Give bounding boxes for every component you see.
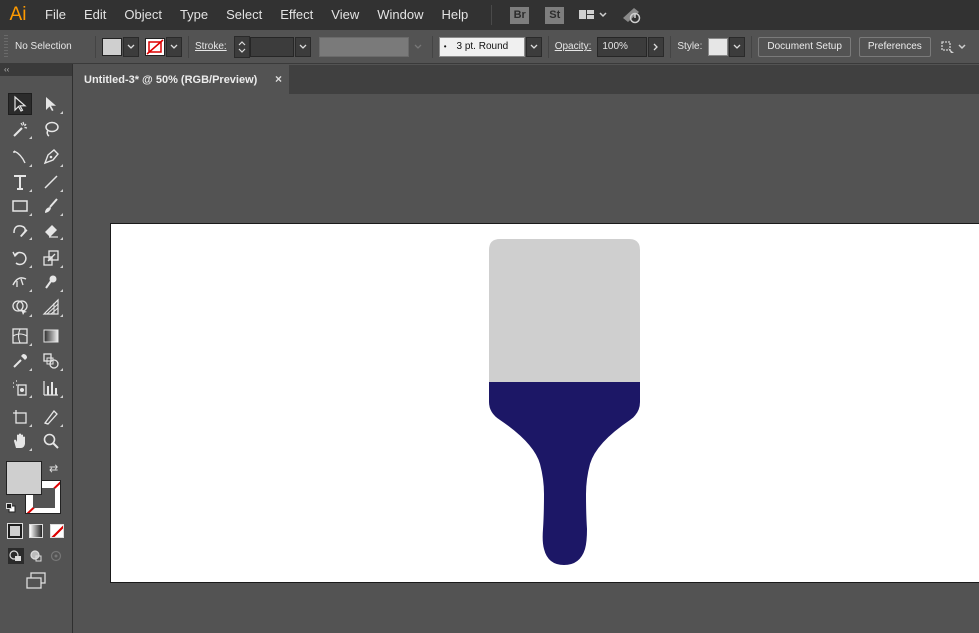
shaper-tool[interactable]	[8, 219, 32, 241]
stroke-dropdown-button[interactable]	[166, 36, 182, 57]
profile-dropdown-button[interactable]	[409, 36, 426, 57]
stroke-weight-stepper[interactable]	[233, 35, 250, 58]
document-tab-title: Untitled-3* @ 50% (RGB/Preview)	[84, 73, 258, 86]
arrange-documents-icon[interactable]	[939, 39, 969, 55]
swap-fill-stroke-icon[interactable]: ⇄	[49, 462, 58, 475]
fill-color-swatch-top[interactable]	[6, 461, 42, 495]
mesh-tool[interactable]	[8, 325, 32, 347]
control-bar: No Selection Stroke: • 3 pt. Round Opaci…	[0, 30, 979, 64]
artboard[interactable]	[110, 223, 979, 583]
close-icon[interactable]: ×	[275, 72, 282, 86]
divider	[547, 35, 549, 58]
shape-builder-tool[interactable]	[8, 296, 32, 318]
selection-status: No Selection	[15, 41, 72, 52]
stroke-label: Stroke:	[195, 41, 227, 52]
document-setup-button[interactable]: Document Setup	[758, 36, 851, 57]
slice-tool[interactable]	[39, 406, 63, 428]
paintbrush-tool[interactable]	[39, 195, 63, 217]
lasso-tool[interactable]	[39, 118, 63, 140]
graphic-style-swatch[interactable]	[708, 37, 729, 56]
style-dropdown-button[interactable]	[729, 36, 746, 57]
app-logo: Ai	[9, 4, 27, 25]
menu-object[interactable]: Object	[115, 0, 171, 30]
hand-tool[interactable]	[8, 430, 32, 452]
symbol-sprayer-tool[interactable]	[8, 377, 32, 399]
style-label: Style:	[677, 41, 703, 52]
artboard-tool[interactable]	[8, 406, 32, 428]
menu-divider	[491, 5, 493, 25]
none-mode-button[interactable]	[50, 524, 64, 538]
fill-dropdown-button[interactable]	[123, 36, 139, 57]
screen-mode-icon[interactable]	[24, 572, 48, 590]
rectangle-tool[interactable]	[8, 195, 32, 217]
menu-edit[interactable]: Edit	[75, 0, 115, 30]
scale-tool[interactable]	[39, 247, 63, 269]
opacity-input[interactable]: 100%	[597, 36, 648, 57]
magic-wand-tool[interactable]	[8, 118, 32, 140]
menu-view[interactable]: View	[322, 0, 368, 30]
zoom-tool[interactable]	[39, 430, 63, 452]
divider	[751, 35, 753, 58]
opacity-arrow-button[interactable]	[648, 36, 665, 57]
direct-selection-tool[interactable]	[39, 93, 63, 115]
menu-select[interactable]: Select	[217, 0, 271, 30]
draw-inside-icon[interactable]	[48, 548, 64, 564]
brush-definition[interactable]: • 3 pt. Round	[438, 36, 525, 57]
draw-normal-icon[interactable]	[8, 548, 24, 564]
variable-width-profile[interactable]	[318, 36, 409, 57]
menu-file[interactable]: File	[36, 0, 75, 30]
brush-handle-shape	[489, 382, 640, 565]
opacity-label[interactable]: Opacity:	[555, 41, 592, 52]
collapse-glyph: ‹‹	[4, 65, 10, 74]
brush-dot-icon: •	[443, 42, 447, 51]
color-mode-button[interactable]	[7, 523, 23, 539]
bridge-button[interactable]: Br	[510, 6, 530, 24]
brush-name: 3 pt. Round	[456, 41, 509, 52]
line-segment-tool[interactable]	[39, 171, 63, 193]
divider	[431, 35, 433, 58]
stock-button[interactable]: St	[545, 6, 565, 24]
gpu-performance-icon[interactable]	[620, 6, 644, 24]
draw-behind-icon[interactable]	[28, 548, 44, 564]
default-fill-stroke-icon[interactable]	[6, 502, 16, 513]
canvas[interactable]	[74, 94, 979, 633]
menu-type[interactable]: Type	[171, 0, 217, 30]
puppet-warp-tool[interactable]	[39, 271, 63, 293]
column-graph-tool[interactable]	[39, 377, 63, 399]
collapse-toolbar-button[interactable]: ‹‹	[0, 64, 72, 76]
stroke-weight-dropdown-button[interactable]	[294, 36, 311, 57]
curvature-tool[interactable]	[8, 146, 32, 168]
pen-tool[interactable]	[39, 146, 63, 168]
divider	[670, 35, 672, 58]
gradient-tool[interactable]	[39, 325, 63, 347]
menu-help[interactable]: Help	[432, 0, 477, 30]
preferences-button[interactable]: Preferences	[858, 36, 931, 57]
eyedropper-tool[interactable]	[8, 350, 32, 372]
eraser-tool[interactable]	[39, 219, 63, 241]
stroke-swatch[interactable]	[145, 37, 165, 56]
menu-effect[interactable]: Effect	[271, 0, 322, 30]
width-tool[interactable]	[8, 271, 32, 293]
panel-grip[interactable]	[4, 34, 8, 59]
divider	[188, 35, 189, 58]
divider	[95, 35, 96, 58]
gradient-mode-button[interactable]	[29, 524, 43, 538]
stroke-weight-input[interactable]	[249, 36, 294, 57]
document-tab-bar: Untitled-3* @ 50% (RGB/Preview) ×	[74, 65, 979, 94]
fill-swatch[interactable]	[102, 37, 122, 56]
type-tool[interactable]	[8, 171, 32, 193]
tools-panel: ‹‹ ⇄	[0, 64, 73, 633]
brush-bristles-shape	[489, 239, 640, 382]
selection-tool[interactable]	[8, 93, 32, 115]
paintbrush-artwork[interactable]	[111, 224, 979, 584]
menu-bar: Ai File Edit Object Type Select Effect V…	[0, 0, 979, 30]
workspace-layout-icon[interactable]	[578, 7, 608, 23]
document-tab[interactable]: Untitled-3* @ 50% (RGB/Preview) ×	[74, 65, 289, 94]
brush-dropdown-button[interactable]	[525, 36, 542, 57]
menu-window[interactable]: Window	[368, 0, 432, 30]
rotate-tool[interactable]	[8, 247, 32, 269]
perspective-grid-tool[interactable]	[39, 296, 63, 318]
blend-tool[interactable]	[39, 350, 63, 372]
